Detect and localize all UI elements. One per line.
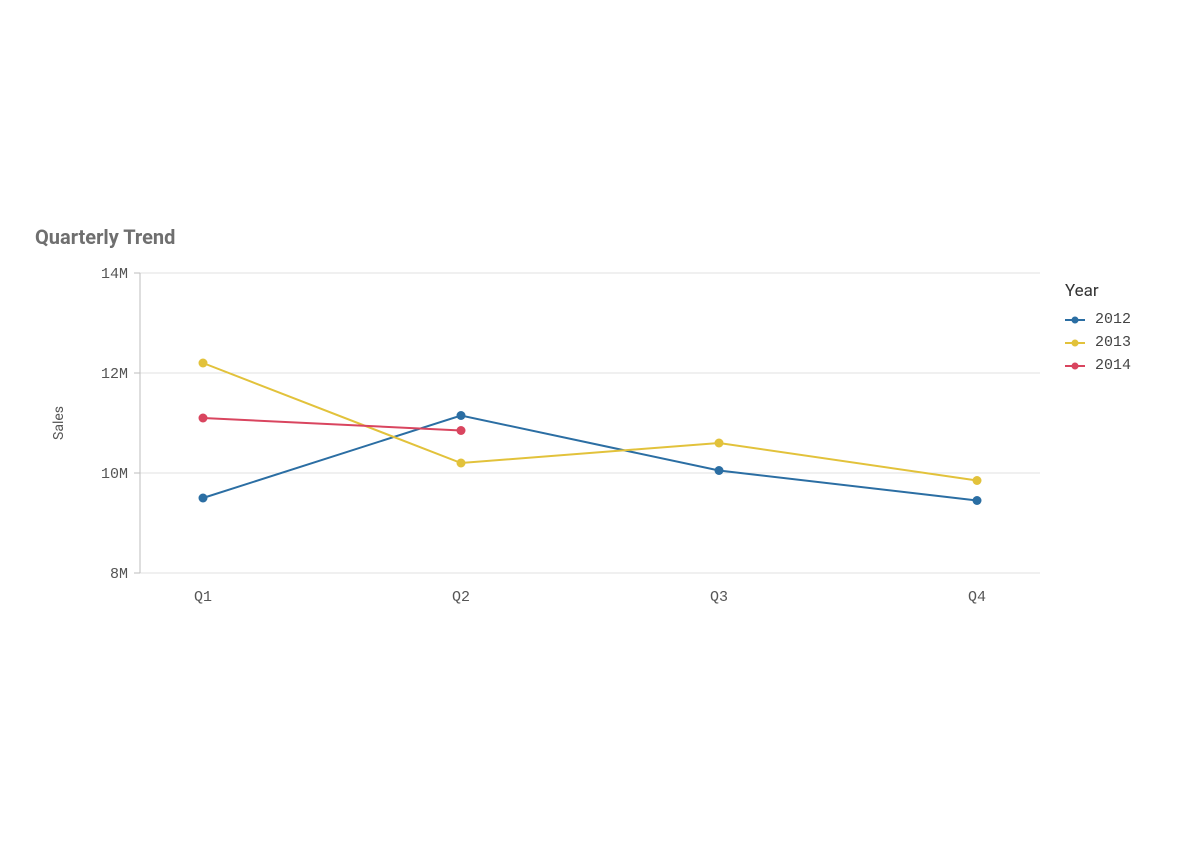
chart-container: Quarterly Trend 8M 10M 12M 14M Q1 Q2 Q3 Q4 Sales… [35, 225, 1165, 623]
series-point-2013[interactable] [973, 476, 982, 485]
series-point-2014[interactable] [199, 414, 208, 423]
y-axis-title: Sales [51, 406, 67, 440]
legend-item-2013[interactable]: 2013 [1065, 334, 1131, 351]
series-point-2013[interactable] [457, 459, 466, 468]
series-point-2012[interactable] [199, 494, 208, 503]
chart-body: 8M10M12M14MQ1Q2Q3Q4Sales Year 2012201320… [35, 263, 1165, 623]
series-point-2012[interactable] [973, 496, 982, 505]
series-line-2014 [203, 418, 461, 431]
legend-item-2012[interactable]: 2012 [1065, 311, 1131, 328]
legend-item-label: 2013 [1095, 334, 1131, 351]
y-tick-label: 12M [101, 366, 128, 383]
x-tick-label: Q4 [968, 589, 986, 606]
y-tick-label: 8M [110, 566, 128, 583]
series-point-2013[interactable] [199, 359, 208, 368]
x-tick-label: Q3 [710, 589, 728, 606]
legend: Year 2012 2013 2014 [1065, 281, 1131, 380]
chart-title: Quarterly Trend [35, 225, 1165, 249]
legend-swatch-icon [1065, 342, 1085, 344]
y-tick-label: 10M [101, 466, 128, 483]
legend-title: Year [1065, 281, 1131, 301]
legend-item-label: 2012 [1095, 311, 1131, 328]
x-tick-label: Q1 [194, 589, 212, 606]
legend-item-2014[interactable]: 2014 [1065, 357, 1131, 374]
series-point-2014[interactable] [457, 426, 466, 435]
series-point-2012[interactable] [715, 466, 724, 475]
chart-plot: 8M 10M 12M 14M Q1 Q2 Q3 Q4 Sales [35, 263, 1045, 623]
y-tick-label: 14M [101, 266, 128, 283]
series-point-2013[interactable] [715, 439, 724, 448]
series-line-2012 [203, 416, 977, 501]
series-point-2012[interactable] [457, 411, 466, 420]
legend-swatch-icon [1065, 319, 1085, 321]
legend-swatch-icon [1065, 365, 1085, 367]
series-line-2013 [203, 363, 977, 481]
x-tick-label: Q2 [452, 589, 470, 606]
legend-items: 2012 2013 2014 [1065, 311, 1131, 374]
legend-item-label: 2014 [1095, 357, 1131, 374]
